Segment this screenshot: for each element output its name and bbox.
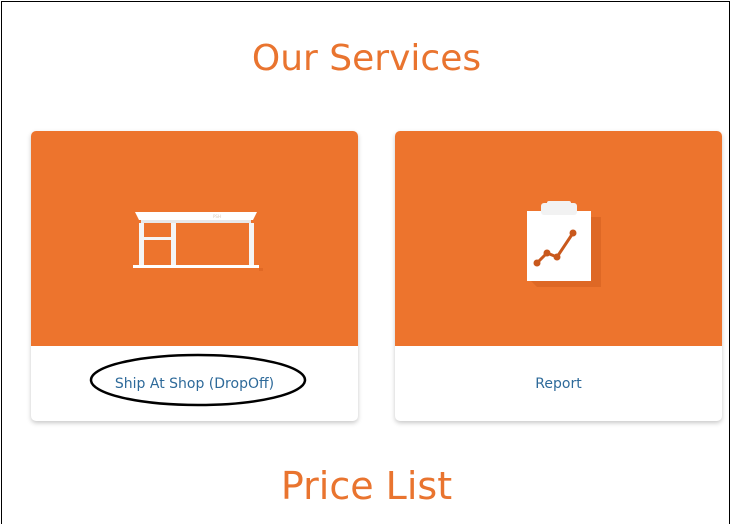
- service-label: Ship At Shop (DropOff): [114, 375, 275, 392]
- shop-sign-text: PSH: [213, 214, 221, 219]
- shop-icon: PSH: [133, 212, 263, 271]
- services-heading: Our Services: [251, 38, 482, 79]
- service-card-report[interactable]: Report: [395, 131, 722, 421]
- service-card-ship-at-shop[interactable]: PSH Ship At Shop (DropOff): [31, 131, 358, 421]
- service-label: Report: [535, 375, 582, 392]
- service-card-image: [395, 131, 722, 346]
- price-list-heading: Price List: [280, 464, 453, 508]
- service-card-image: PSH: [31, 131, 358, 346]
- report-chart-icon: [527, 201, 601, 287]
